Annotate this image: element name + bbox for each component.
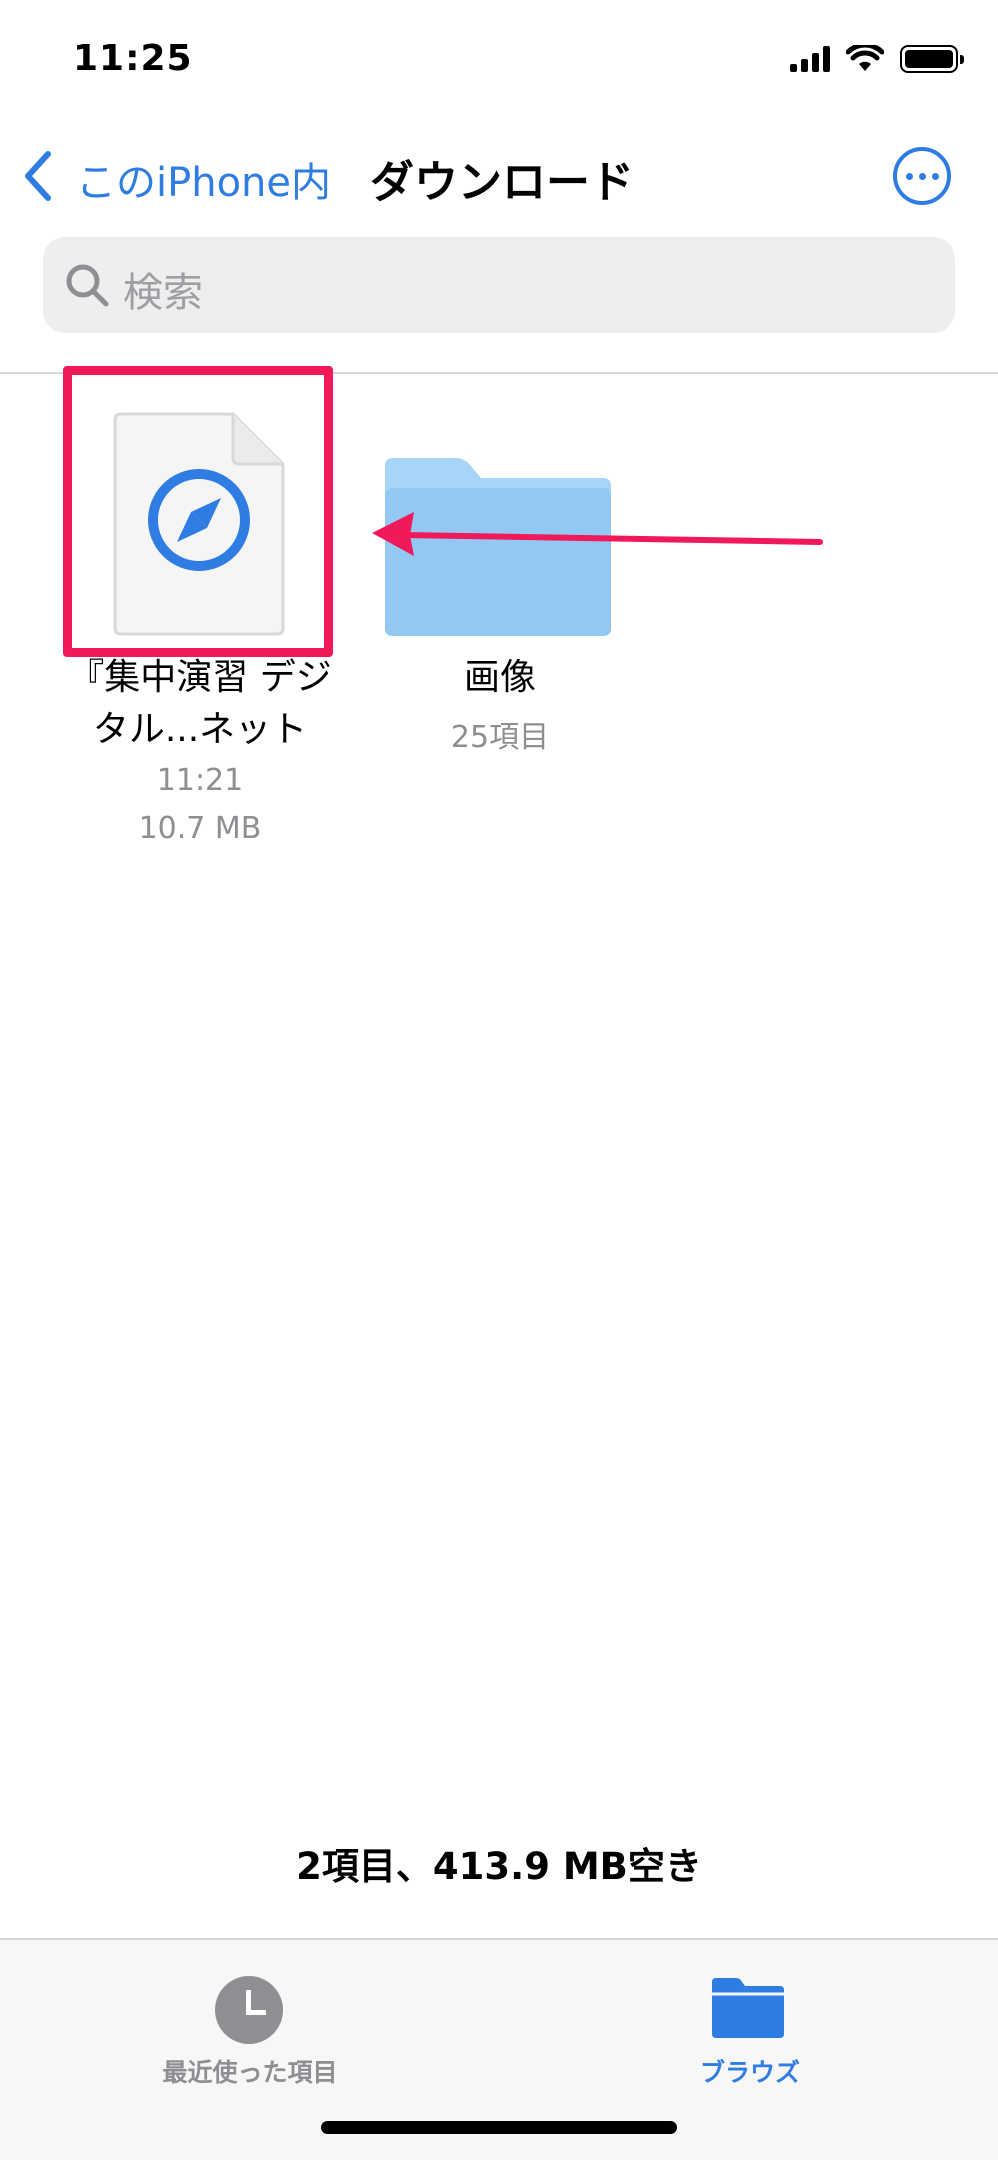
back-button[interactable]: このiPhone内 [76,150,331,208]
file-size: 10.7 MB [138,811,262,846]
more-options-button[interactable] [893,147,951,205]
tab-browse-label: ブラウズ [699,2058,800,2087]
folder-browse-icon [712,1978,784,2038]
file-time: 11:21 [156,763,244,798]
tab-browse[interactable]: ブラウズ [640,1958,860,2087]
highlight-annotation [63,366,333,657]
file-name: 『集中演習 デジタル...ネット [68,657,332,750]
tab-recent[interactable]: 最近使った項目 [140,1958,360,2087]
status-time: 11:25 [73,38,193,79]
folder-item-count: 25項目 [450,720,550,755]
home-indicator[interactable] [321,2121,677,2134]
search-placeholder: 検索 [123,270,203,316]
files-app-screen: 11:25 このiPhone内 ダウンロード 検索 『集中演習 デジタル...ネ… [0,0,998,2160]
arrow-annotation [372,512,823,556]
wifi-icon [846,45,884,71]
cellular-signal-icon [790,46,830,72]
status-icons [790,44,964,74]
page-title: ダウンロード [370,157,634,208]
search-icon [66,264,109,307]
clock-icon [215,1976,283,2044]
storage-info: 2項目、413.9 MB空き [296,1845,702,1888]
folder-name: 画像 [463,657,536,698]
tab-recent-label: 最近使った項目 [162,2058,338,2087]
battery-icon [900,45,964,73]
search-input[interactable]: 検索 [43,237,955,333]
back-chevron-icon[interactable] [20,150,56,202]
